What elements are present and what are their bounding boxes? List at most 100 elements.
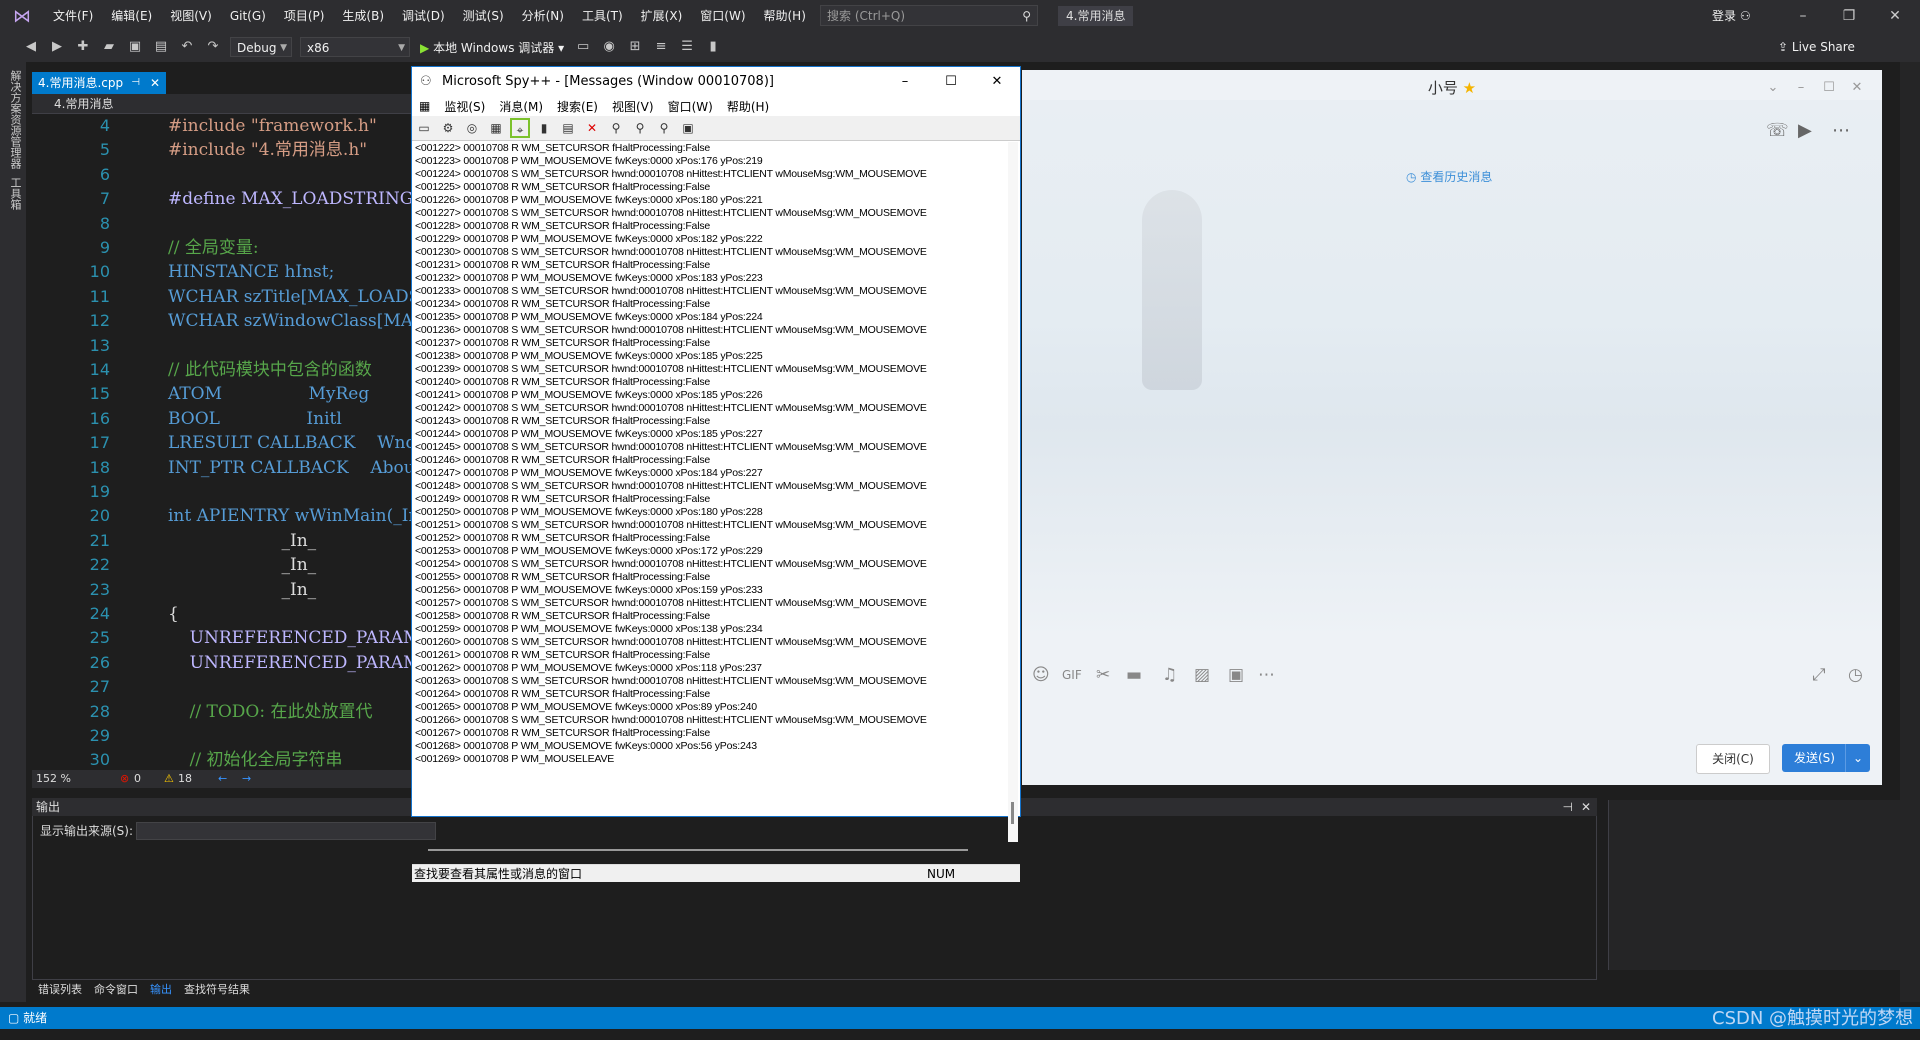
- menu-item[interactable]: 调试(D): [393, 0, 454, 32]
- message-row[interactable]: <001226> 00010708 P WM_MOUSEMOVE fwKeys:…: [415, 194, 1007, 207]
- message-row[interactable]: <001227> 00010708 S WM_SETCURSOR hwnd:00…: [415, 207, 1007, 220]
- undo-icon[interactable]: ↶: [176, 36, 198, 58]
- message-row[interactable]: <001252> 00010708 R WM_SETCURSOR fHaltPr…: [415, 532, 1007, 545]
- find-next-icon[interactable]: ⚲: [630, 118, 650, 138]
- spy-maximize-button[interactable]: ☐: [928, 67, 974, 96]
- find-icon[interactable]: ⚲: [606, 118, 626, 138]
- live-share-button[interactable]: ⇪ Live Share: [1778, 32, 1855, 62]
- config-select[interactable]: Debug ▼: [230, 37, 292, 57]
- message-row[interactable]: <001265> 00010708 P WM_MOUSEMOVE fwKeys:…: [415, 701, 1007, 714]
- processes-icon[interactable]: ⚙: [438, 118, 458, 138]
- message-row[interactable]: <001223> 00010708 P WM_MOUSEMOVE fwKeys:…: [415, 155, 1007, 168]
- message-row[interactable]: <001239> 00010708 S WM_SETCURSOR hwnd:00…: [415, 363, 1007, 376]
- comment-icon[interactable]: ☰: [676, 36, 698, 58]
- message-row[interactable]: <001250> 00010708 P WM_MOUSEMOVE fwKeys:…: [415, 506, 1007, 519]
- message-row[interactable]: <001251> 00010708 S WM_SETCURSOR hwnd:00…: [415, 519, 1007, 532]
- save-all-icon[interactable]: ▤: [150, 36, 172, 58]
- spy-minimize-button[interactable]: –: [882, 67, 928, 96]
- message-row[interactable]: <001262> 00010708 P WM_MOUSEMOVE fwKeys:…: [415, 662, 1007, 675]
- screen-icon[interactable]: ▣: [1228, 660, 1244, 690]
- spy-message-list[interactable]: <001222> 00010708 R WM_SETCURSOR fHaltPr…: [415, 142, 1007, 772]
- menu-item[interactable]: 编辑(E): [102, 0, 161, 32]
- message-row[interactable]: <001260> 00010708 S WM_SETCURSOR hwnd:00…: [415, 636, 1007, 649]
- spy-menu-item[interactable]: 消息(M): [492, 98, 550, 115]
- message-row[interactable]: <001241> 00010708 P WM_MOUSEMOVE fwKeys:…: [415, 389, 1007, 402]
- message-row[interactable]: <001234> 00010708 R WM_SETCURSOR fHaltPr…: [415, 298, 1007, 311]
- music-icon[interactable]: ♫: [1162, 660, 1177, 690]
- message-row[interactable]: <001235> 00010708 P WM_MOUSEMOVE fwKeys:…: [415, 311, 1007, 324]
- message-row[interactable]: <001233> 00010708 S WM_SETCURSOR hwnd:00…: [415, 285, 1007, 298]
- zoom-select[interactable]: 152 %: [36, 770, 71, 788]
- message-row[interactable]: <001238> 00010708 P WM_MOUSEMOVE fwKeys:…: [415, 350, 1007, 363]
- message-row[interactable]: <001249> 00010708 R WM_SETCURSOR fHaltPr…: [415, 493, 1007, 506]
- message-row[interactable]: <001236> 00010708 S WM_SETCURSOR hwnd:00…: [415, 324, 1007, 337]
- chat-maximize-button[interactable]: ☐: [1814, 70, 1844, 106]
- code-editor[interactable]: 4 #include "framework.h" 5 #include "4.常用消息…: [32, 114, 412, 770]
- save-icon[interactable]: ▣: [124, 36, 146, 58]
- message-row[interactable]: <001228> 00010708 R WM_SETCURSOR fHaltPr…: [415, 220, 1007, 233]
- platform-select[interactable]: x86 ▼: [300, 37, 410, 57]
- open-folder-icon[interactable]: ▰: [98, 36, 120, 58]
- menu-item[interactable]: 扩展(X): [632, 0, 692, 32]
- stop-logging-icon[interactable]: ▮: [534, 118, 554, 138]
- video-icon[interactable]: ▶: [1798, 120, 1812, 141]
- emoji-icon[interactable]: ☺: [1032, 660, 1050, 690]
- toolbox-tab[interactable]: 工具箱: [7, 177, 23, 210]
- message-row[interactable]: <001224> 00010708 S WM_SETCURSOR hwnd:00…: [415, 168, 1007, 181]
- message-row[interactable]: <001264> 00010708 R WM_SETCURSOR fHaltPr…: [415, 688, 1007, 701]
- message-row[interactable]: <001246> 00010708 R WM_SETCURSOR fHaltPr…: [415, 454, 1007, 467]
- phone-icon[interactable]: ☏: [1766, 120, 1789, 141]
- chat-close-button[interactable]: ✕: [1842, 70, 1872, 106]
- message-row[interactable]: <001261> 00010708 R WM_SETCURSOR fHaltPr…: [415, 649, 1007, 662]
- message-row[interactable]: <001242> 00010708 S WM_SETCURSOR hwnd:00…: [415, 402, 1007, 415]
- redo-icon[interactable]: ↷: [202, 36, 224, 58]
- send-dropdown-icon[interactable]: ⌄: [1845, 744, 1870, 772]
- more-tools-icon[interactable]: ⋯: [1258, 660, 1275, 690]
- threads-icon[interactable]: ◎: [462, 118, 482, 138]
- indent-icon[interactable]: ≡: [650, 36, 672, 58]
- output-source-select[interactable]: [136, 822, 436, 840]
- forward-icon[interactable]: ▶: [46, 36, 68, 58]
- message-row[interactable]: <001247> 00010708 P WM_MOUSEMOVE fwKeys:…: [415, 467, 1007, 480]
- menu-item[interactable]: 工具(T): [573, 0, 632, 32]
- message-row[interactable]: <001256> 00010708 P WM_MOUSEMOVE fwKeys:…: [415, 584, 1007, 597]
- bottom-tab[interactable]: 命令窗口: [88, 980, 144, 1000]
- pin-output-icon[interactable]: ⊣: [1563, 798, 1573, 816]
- expand-icon[interactable]: ⤢: [1812, 660, 1826, 690]
- message-row[interactable]: <001258> 00010708 R WM_SETCURSOR fHaltPr…: [415, 610, 1007, 623]
- warning-count[interactable]: 18: [178, 770, 192, 788]
- menu-item[interactable]: 视图(V): [161, 0, 221, 32]
- folder-icon[interactable]: ▭: [572, 36, 594, 58]
- bottom-tab[interactable]: 查找符号结果: [178, 980, 256, 1000]
- bottom-tab[interactable]: 错误列表: [32, 980, 88, 1000]
- find-prev-icon[interactable]: ⚲: [654, 118, 674, 138]
- spy-close-button[interactable]: ✕: [974, 67, 1020, 96]
- folder-icon[interactable]: ▬: [1126, 660, 1142, 690]
- run-debugger-button[interactable]: ▶ 本地 Windows 调试器 ▾: [420, 39, 564, 56]
- message-row[interactable]: <001269> 00010708 P WM_MOUSELEAVE: [415, 753, 1007, 766]
- tree-icon[interactable]: ⊞: [624, 36, 646, 58]
- message-row[interactable]: <001253> 00010708 P WM_MOUSEMOVE fwKeys:…: [415, 545, 1007, 558]
- message-row[interactable]: <001245> 00010708 S WM_SETCURSOR hwnd:00…: [415, 441, 1007, 454]
- message-row[interactable]: <001225> 00010708 R WM_SETCURSOR fHaltPr…: [415, 181, 1007, 194]
- message-row[interactable]: <001263> 00010708 S WM_SETCURSOR hwnd:00…: [415, 675, 1007, 688]
- restore-button[interactable]: ❐: [1826, 0, 1872, 32]
- message-row[interactable]: <001222> 00010708 R WM_SETCURSOR fHaltPr…: [415, 142, 1007, 155]
- error-count[interactable]: 0: [134, 770, 141, 788]
- prev-issue-icon[interactable]: ←: [218, 770, 227, 788]
- menu-item[interactable]: 窗口(W): [691, 0, 754, 32]
- menu-item[interactable]: 文件(F): [44, 0, 102, 32]
- spy-menu-item[interactable]: 帮助(H): [720, 98, 776, 115]
- spy-horizontal-scrollbar[interactable]: [428, 849, 968, 851]
- login-button[interactable]: 登录 ⚇: [1712, 0, 1751, 32]
- message-row[interactable]: <001267> 00010708 R WM_SETCURSOR fHaltPr…: [415, 727, 1007, 740]
- vs-search-input[interactable]: 搜索 (Ctrl+Q) ⚲: [820, 5, 1038, 26]
- properties-icon[interactable]: ▣: [678, 118, 698, 138]
- more-icon[interactable]: ⋯: [1832, 120, 1850, 141]
- menu-item[interactable]: 帮助(H): [755, 0, 815, 32]
- message-row[interactable]: <001248> 00010708 S WM_SETCURSOR hwnd:00…: [415, 480, 1007, 493]
- message-row[interactable]: <001257> 00010708 S WM_SETCURSOR hwnd:00…: [415, 597, 1007, 610]
- find-window-icon[interactable]: ⌖: [510, 118, 530, 138]
- message-row[interactable]: <001243> 00010708 R WM_SETCURSOR fHaltPr…: [415, 415, 1007, 428]
- message-row[interactable]: <001254> 00010708 S WM_SETCURSOR hwnd:00…: [415, 558, 1007, 571]
